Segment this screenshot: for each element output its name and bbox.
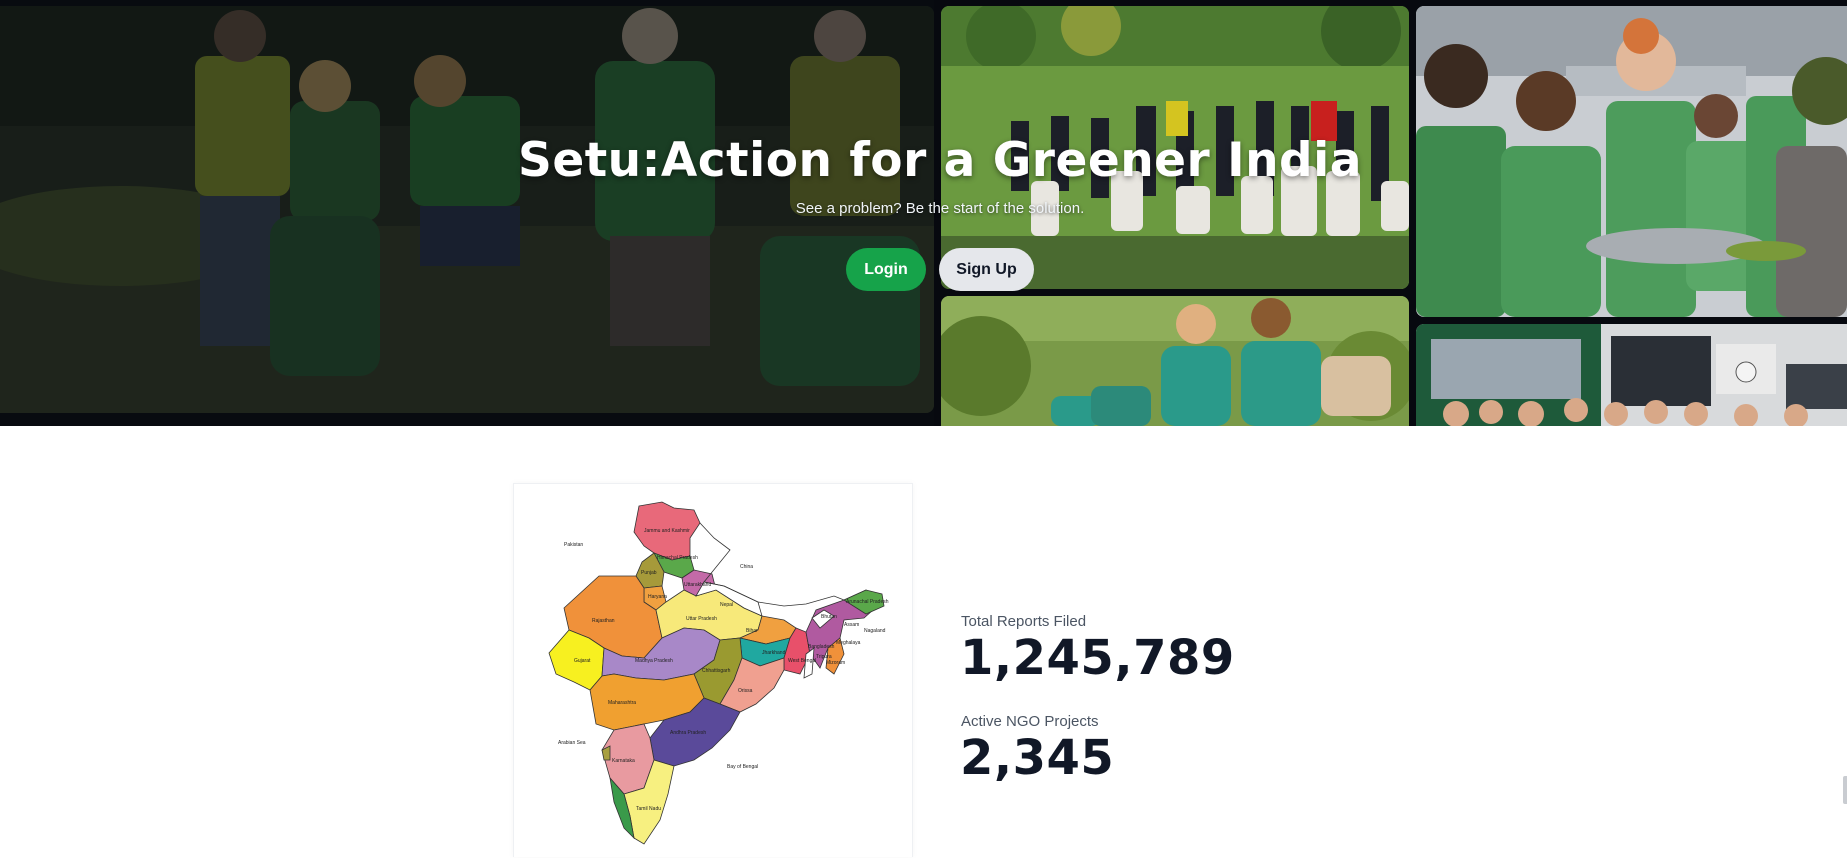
map-label-haryana: Haryana <box>648 594 667 600</box>
map-label-china: China <box>740 564 753 570</box>
map-label-bangladesh: Bangladesh <box>808 644 835 650</box>
map-label-jk: Jammu and Kashmir <box>644 528 690 534</box>
map-label-himachal: Himachal Pradesh <box>657 555 698 561</box>
stat-projects-value: 2,345 <box>960 730 1115 786</box>
signup-button[interactable]: Sign Up <box>939 248 1034 291</box>
map-label-mp: Madhya Pradesh <box>635 658 673 664</box>
map-label-nagaland: Nagaland <box>864 628 886 634</box>
map-label-andhra: Andhra Pradesh <box>670 730 706 736</box>
map-label-odisha: Orissa <box>738 688 753 694</box>
map-label-pakistan: Pakistan <box>564 542 583 548</box>
map-label-up: Uttar Pradesh <box>686 616 717 622</box>
hero-title: Setu:Action for a Greener India <box>517 133 1363 188</box>
map-label-tamil-nadu: Tamil Nadu <box>636 806 661 812</box>
hero-subtitle: See a problem? Be the start of the solut… <box>795 200 1085 217</box>
login-button[interactable]: Login <box>846 248 926 291</box>
hero-image-gardening-volunteers <box>941 296 1409 426</box>
map-label-uttarakhand: Uttarakhand <box>684 582 711 588</box>
map-label-gujarat: Gujarat <box>574 658 591 664</box>
stat-reports-label: Total Reports Filed <box>961 613 1087 630</box>
map-label-arabian-sea: Arabian Sea <box>558 740 586 746</box>
scrollbar-thumb[interactable] <box>1843 776 1847 804</box>
india-map: Jammu and Kashmir Pakistan China Himacha… <box>548 501 889 845</box>
map-label-bhutan: Bhutan <box>821 614 837 620</box>
stat-projects-label: Active NGO Projects <box>961 713 1099 730</box>
india-map-card: Jammu and Kashmir Pakistan China Himacha… <box>513 483 913 857</box>
hero-image-classroom-group <box>1416 324 1847 426</box>
stat-reports-value: 1,245,789 <box>960 630 1235 686</box>
map-label-rajasthan: Rajasthan <box>592 618 615 624</box>
map-label-assam: Assam <box>844 622 859 628</box>
map-label-bay-of-bengal: Bay of Bengal <box>727 764 758 770</box>
map-label-punjab: Punjab <box>641 570 657 576</box>
hero-section: Setu:Action for a Greener India See a pr… <box>0 0 1847 426</box>
map-label-bihar: Bihar <box>746 628 758 634</box>
map-label-maharashtra: Maharashtra <box>608 700 636 706</box>
map-label-mizoram: Mizoram <box>826 660 845 666</box>
map-label-meghalaya: Meghalaya <box>836 640 861 646</box>
map-label-chhattisgarh: Chhattisgarh <box>702 668 731 674</box>
map-label-nepal: Nepal <box>720 602 733 608</box>
map-label-karnataka: Karnataka <box>612 758 635 764</box>
map-label-jharkhand: Jharkhand <box>762 650 786 656</box>
map-label-wb: West Bengal <box>788 658 816 664</box>
map-label-arunachal: Arunachal Pradesh <box>846 599 889 605</box>
